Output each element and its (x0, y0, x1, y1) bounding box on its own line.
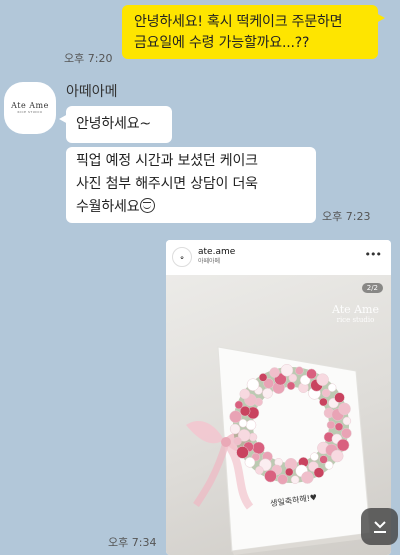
incoming-message-line-2: 사진 첨부 해주시면 상담이 더욱 (76, 176, 258, 192)
message-timestamp: 오후 7:34 (108, 536, 157, 549)
message-timestamp: 오후 7:23 (322, 210, 371, 223)
outgoing-message-line-2: 금요일에 수령 가능할까요...?? (134, 35, 310, 51)
avatar-logo-text: Ate Ame (11, 101, 49, 110)
sender-avatar[interactable]: Ate Ame RICE STUDIO (4, 82, 56, 134)
outgoing-message-line-1: 안녕하세요! 혹시 떡케이크 주문하면 (134, 14, 343, 30)
post-account-name[interactable]: ate.ame (198, 247, 235, 258)
post-photo[interactable]: 생일축하해!♥ 2/2 Ate Ame rice studio (166, 275, 391, 555)
incoming-message-line-3: 수월하세요 (76, 199, 140, 215)
watermark-subtitle: rice studio (336, 316, 375, 324)
smile-emoji-icon (140, 198, 156, 213)
scroll-down-button[interactable] (361, 508, 398, 545)
outgoing-message-bubble[interactable]: 안녕하세요! 혹시 떡케이크 주문하면 금요일에 수령 가능할까요...?? (122, 5, 385, 59)
post-account-avatar-mark: ✿ (180, 254, 184, 260)
post-account-avatar[interactable]: ✿ (172, 247, 192, 267)
message-timestamp: 오후 7:20 (64, 52, 113, 65)
sender-name: 아떼아메 (66, 84, 118, 100)
incoming-message-line-1: 픽업 예정 시간과 보셨던 케이크 (76, 153, 258, 169)
more-options-icon[interactable]: ••• (365, 248, 382, 261)
incoming-message-line-3-wrap: 수월하세요 (76, 196, 306, 219)
page-indicator: 2/2 (361, 283, 383, 293)
photo-watermark: Ate Ame rice studio (332, 303, 379, 325)
post-account-subname: 아떼아메 (198, 258, 221, 265)
chevron-down-icon (373, 520, 386, 533)
incoming-message-text: 안녕하세요~ (76, 116, 151, 132)
incoming-message-bubble[interactable]: 안녕하세요~ (59, 106, 172, 143)
shared-post-header: ✿ ate.ame 아떼아메 ••• (166, 240, 391, 275)
incoming-message-bubble[interactable]: 픽업 예정 시간과 보셨던 케이크 사진 첨부 해주시면 상담이 더욱 수월하세… (66, 147, 316, 223)
avatar-logo-subtext: RICE STUDIO (17, 110, 43, 114)
shared-post-card[interactable]: ✿ ate.ame 아떼아메 ••• 생일축하해!♥ 2/2 Ate Ame r… (166, 240, 391, 555)
watermark-title: Ate Ame (331, 303, 379, 316)
